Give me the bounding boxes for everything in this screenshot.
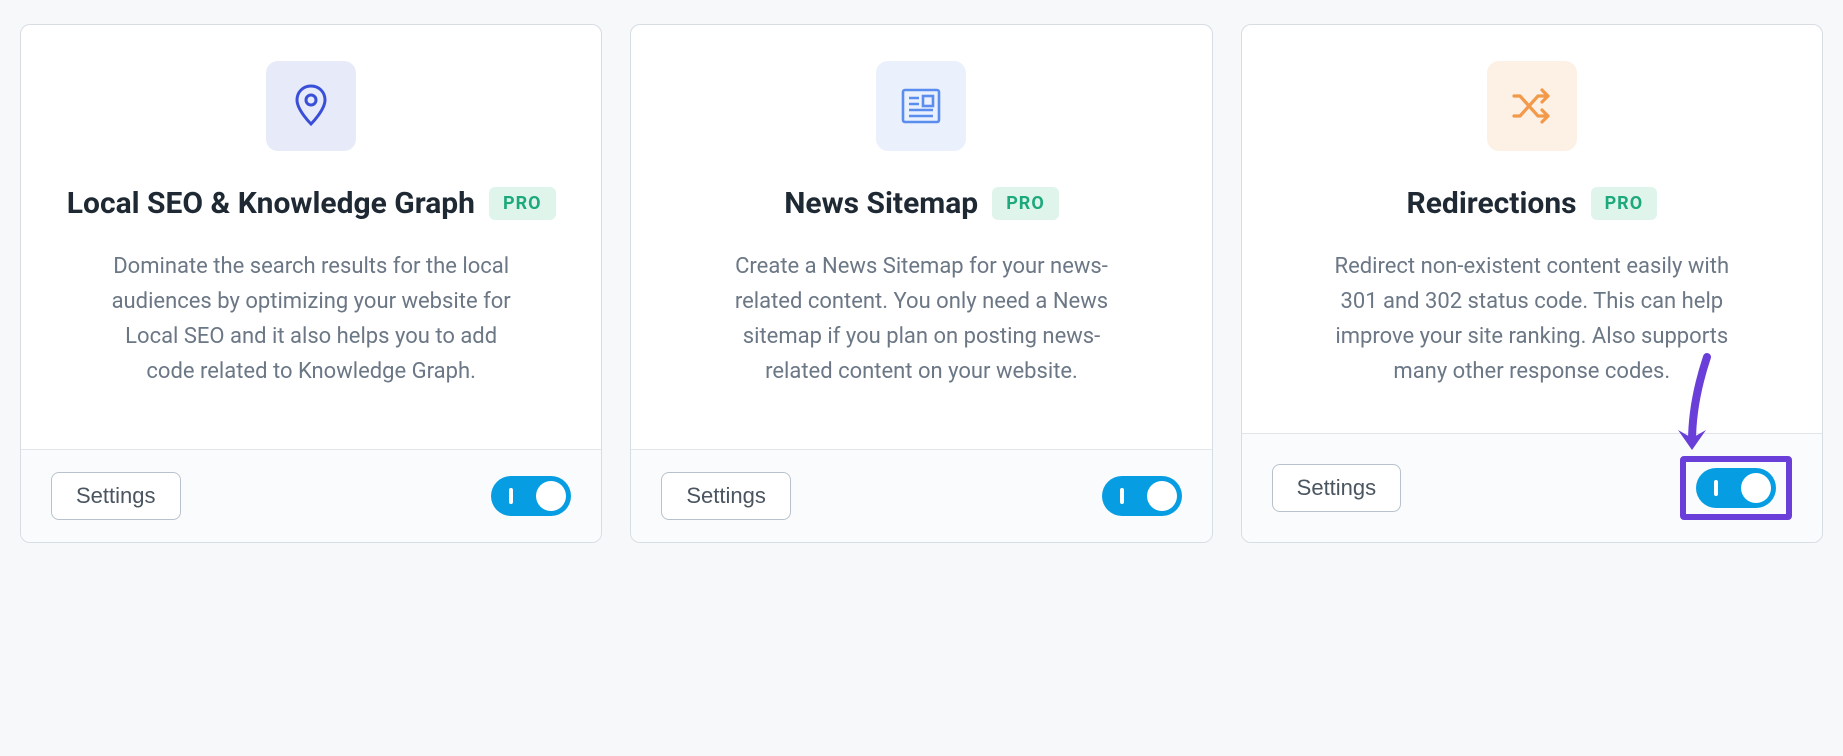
newspaper-icon (876, 61, 966, 151)
card-local-seo: Local SEO & Knowledge Graph PRO Dominate… (20, 24, 602, 543)
feature-toggle[interactable] (491, 476, 571, 516)
pro-badge: PRO (1591, 187, 1658, 220)
feature-toggle[interactable] (1102, 476, 1182, 516)
card-description: Redirect non-existent content easily wit… (1322, 249, 1742, 390)
card-news-sitemap: News Sitemap PRO Create a News Sitemap f… (630, 24, 1212, 543)
location-pin-icon (266, 61, 356, 151)
annotation-highlight (1680, 456, 1792, 520)
card-description: Create a News Sitemap for your news-rela… (711, 249, 1131, 390)
card-redirections: Redirections PRO Redirect non-existent c… (1241, 24, 1823, 543)
card-title-row: Local SEO & Knowledge Graph PRO (67, 185, 556, 223)
settings-button[interactable]: Settings (51, 472, 181, 520)
settings-button[interactable]: Settings (1272, 464, 1402, 512)
card-description: Dominate the search results for the loca… (101, 249, 521, 390)
card-body: News Sitemap PRO Create a News Sitemap f… (631, 25, 1211, 449)
card-body: Local SEO & Knowledge Graph PRO Dominate… (21, 25, 601, 449)
card-footer: Settings (1242, 433, 1822, 542)
card-footer: Settings (631, 449, 1211, 542)
card-body: Redirections PRO Redirect non-existent c… (1242, 25, 1822, 433)
card-title: News Sitemap (784, 185, 978, 223)
pro-badge: PRO (992, 187, 1059, 220)
card-title-row: News Sitemap PRO (784, 185, 1059, 223)
card-title: Redirections (1407, 185, 1577, 223)
card-footer: Settings (21, 449, 601, 542)
pro-badge: PRO (489, 187, 556, 220)
settings-button[interactable]: Settings (661, 472, 791, 520)
card-title: Local SEO & Knowledge Graph (67, 185, 475, 223)
card-title-row: Redirections PRO (1407, 185, 1658, 223)
shuffle-icon (1487, 61, 1577, 151)
feature-toggle[interactable] (1696, 468, 1776, 508)
feature-cards-row: Local SEO & Knowledge Graph PRO Dominate… (20, 24, 1823, 543)
